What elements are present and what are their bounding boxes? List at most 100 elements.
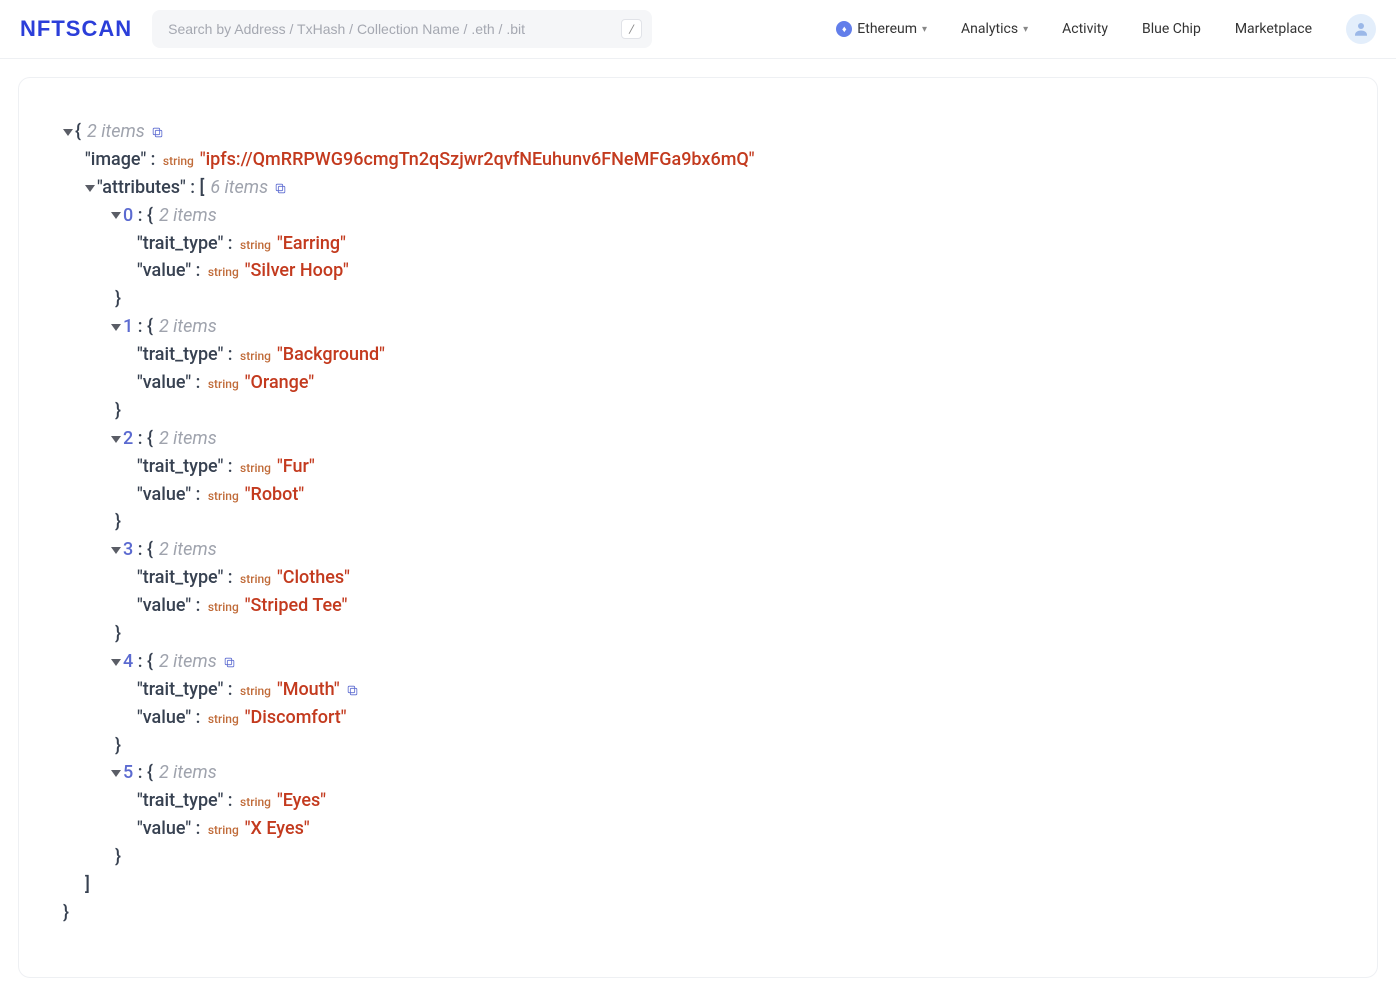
json-colon: : — [191, 818, 205, 839]
json-string-value: "Clothes" — [277, 567, 350, 588]
json-key: "value" — [137, 707, 191, 728]
json-string-value: "Orange" — [245, 372, 314, 393]
brace-open: { — [75, 121, 81, 142]
json-string-value: "ipfs://QmRRPWG96cmgTn2qSzjwr2qvfNEuhunv… — [200, 149, 755, 170]
type-label: string — [208, 600, 242, 614]
json-array-item-open: 5 : {2 items — [63, 759, 1333, 787]
json-row-trait-type: "trait_type" : string "Eyes" — [63, 787, 1333, 815]
json-string-value: "Robot" — [245, 484, 304, 505]
collapse-arrow-icon[interactable] — [111, 770, 121, 777]
type-label: string — [208, 265, 242, 279]
type-label: string — [163, 154, 197, 168]
collapse-arrow-icon[interactable] — [111, 212, 121, 219]
type-label: string — [240, 238, 274, 252]
json-string-value: "Silver Hoop" — [245, 260, 349, 281]
chevron-down-icon: ▾ — [922, 24, 927, 35]
json-key: "value" — [137, 484, 191, 505]
copy-item-icon[interactable] — [223, 656, 236, 669]
type-label: string — [240, 684, 274, 698]
json-array-item-open: 3 : {2 items — [63, 536, 1333, 564]
json-index: 2 — [123, 428, 133, 449]
json-string-value: "Striped Tee" — [245, 595, 348, 616]
collapse-arrow-icon[interactable] — [111, 436, 121, 443]
search-wrap: / — [152, 10, 652, 48]
item-count: 2 items — [159, 428, 217, 449]
search-shortcut-key: / — [621, 19, 642, 39]
json-panel: {2 items "image" : string "ipfs://QmRRPWG… — [18, 77, 1378, 978]
nav-chain-dropdown[interactable]: ♦ Ethereum ▾ — [836, 21, 927, 37]
json-key: "value" — [137, 595, 191, 616]
user-icon — [1352, 20, 1370, 38]
nav-analytics-dropdown[interactable]: Analytics ▾ — [961, 21, 1028, 37]
json-colon: : — [191, 372, 205, 393]
json-colon: : — [223, 567, 237, 588]
json-key: "trait_type" — [137, 679, 223, 700]
json-row-value: "value" : string "Robot" — [63, 481, 1333, 509]
json-row-value: "value" : string "Silver Hoop" — [63, 257, 1333, 285]
brace-close: } — [115, 846, 121, 867]
json-root-open: {2 items — [63, 118, 1333, 146]
logo[interactable]: NFTSCAN — [20, 16, 132, 42]
copy-root-icon[interactable] — [151, 126, 164, 139]
json-colon: : — [223, 344, 237, 365]
json-array-item-open: 2 : {2 items — [63, 425, 1333, 453]
type-label: string — [240, 461, 274, 475]
json-colon: : — [191, 707, 205, 728]
nav-blue-chip[interactable]: Blue Chip — [1142, 21, 1201, 37]
json-row-trait-type: "trait_type" : string "Fur" — [63, 453, 1333, 481]
avatar[interactable] — [1346, 14, 1376, 44]
json-row-value: "value" : string "Striped Tee" — [63, 592, 1333, 620]
json-array-item-close: } — [63, 732, 1333, 760]
copy-attributes-icon[interactable] — [274, 182, 287, 195]
brace-open: { — [147, 205, 153, 226]
type-label: string — [208, 377, 242, 391]
brace-open: { — [147, 651, 153, 672]
type-label: string — [208, 489, 242, 503]
collapse-arrow-icon[interactable] — [111, 324, 121, 331]
brace-close: } — [115, 735, 121, 756]
item-count: 2 items — [159, 539, 217, 560]
json-string-value: "Discomfort" — [245, 707, 347, 728]
json-index: 3 — [123, 539, 133, 560]
nav-analytics-label: Analytics — [961, 21, 1018, 37]
json-colon: : — [133, 539, 147, 560]
nav-activity[interactable]: Activity — [1062, 21, 1108, 37]
type-label: string — [240, 349, 274, 363]
item-count: 2 items — [159, 651, 217, 672]
chevron-down-icon: ▾ — [1023, 24, 1028, 35]
json-array-item-close: } — [63, 508, 1333, 536]
json-colon: : — [223, 790, 237, 811]
brace-close: } — [115, 623, 121, 644]
json-string-value: "Eyes" — [277, 790, 326, 811]
json-colon: : — [186, 177, 200, 198]
json-array-item-close: } — [63, 397, 1333, 425]
bracket-open: [ — [199, 177, 204, 198]
header: NFTSCAN / ♦ Ethereum ▾ Analytics ▾ Activ… — [0, 0, 1396, 59]
search-input[interactable] — [152, 10, 652, 48]
json-string-value: "Earring" — [277, 233, 346, 254]
json-index: 5 — [123, 762, 133, 783]
json-row-trait-type: "trait_type" : string "Clothes" — [63, 564, 1333, 592]
json-index: 0 — [123, 205, 133, 226]
json-key: "trait_type" — [137, 456, 223, 477]
item-count: 2 items — [159, 762, 217, 783]
json-string-value: "Background" — [277, 344, 385, 365]
collapse-arrow-icon[interactable] — [111, 547, 121, 554]
json-key: "image" — [85, 149, 146, 170]
copy-value-icon[interactable] — [346, 684, 359, 697]
json-colon: : — [133, 205, 147, 226]
json-row-value: "value" : string "Discomfort" — [63, 704, 1333, 732]
nav-marketplace[interactable]: Marketplace — [1235, 21, 1312, 37]
collapse-arrow-icon[interactable] — [85, 185, 95, 192]
collapse-arrow-icon[interactable] — [63, 129, 73, 136]
type-label: string — [240, 795, 274, 809]
brace-close: } — [115, 511, 121, 532]
json-index: 1 — [123, 316, 133, 337]
item-count: 2 items — [159, 205, 217, 226]
json-array-item-close: } — [63, 620, 1333, 648]
brace-close: } — [115, 400, 121, 421]
json-row-trait-type: "trait_type" : string "Earring" — [63, 230, 1333, 258]
ethereum-icon: ♦ — [836, 21, 852, 37]
collapse-arrow-icon[interactable] — [111, 659, 121, 666]
json-key: "trait_type" — [137, 790, 223, 811]
